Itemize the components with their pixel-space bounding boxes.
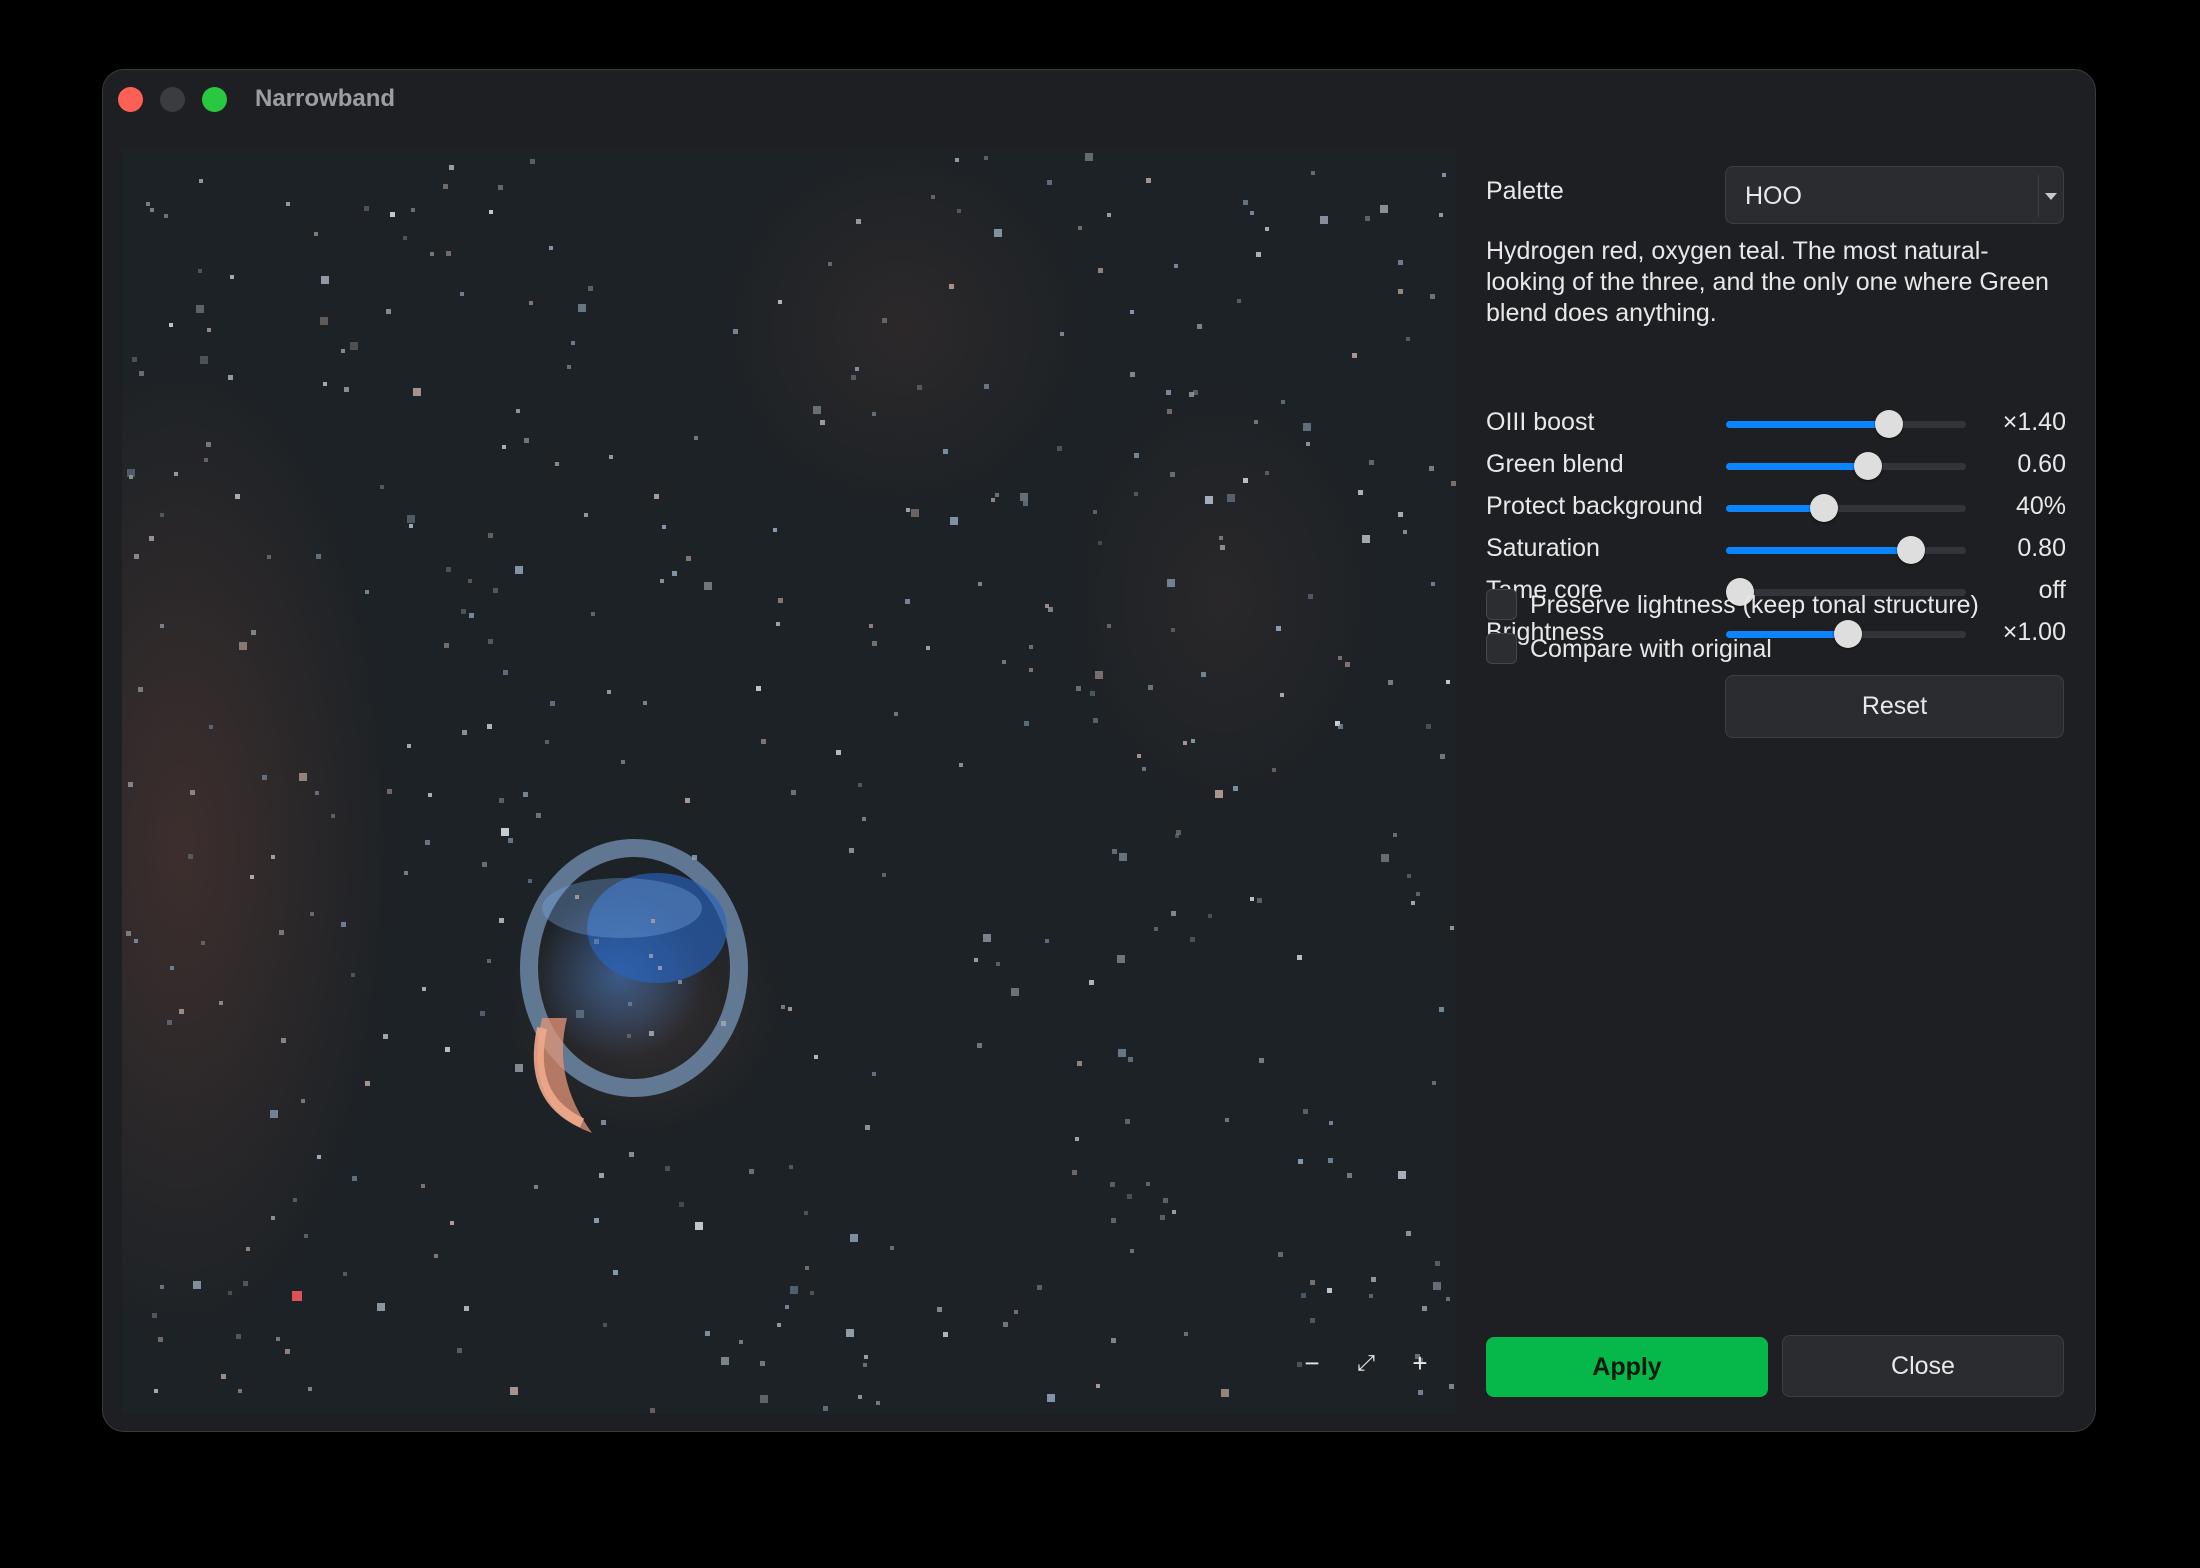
- saturation-slider[interactable]: [1726, 536, 1966, 564]
- maximize-window-icon[interactable]: [202, 87, 227, 112]
- oiii-boost-slider-row: OIII boost ×1.40: [1486, 404, 2066, 440]
- image-preview[interactable]: − ⤢ +: [122, 148, 1456, 1414]
- apply-button[interactable]: Apply: [1486, 1337, 1768, 1397]
- protect-background-label: Protect background: [1486, 492, 1703, 520]
- slider-thumb[interactable]: [1810, 494, 1839, 522]
- chevron-down-icon: [2038, 175, 2063, 217]
- oiii-boost-label: OIII boost: [1486, 408, 1595, 436]
- green-blend-slider[interactable]: [1726, 452, 1966, 480]
- saturation-value: 0.80: [2017, 534, 2066, 562]
- brightness-value: ×1.00: [2002, 618, 2066, 646]
- saturation-label: Saturation: [1486, 534, 1600, 562]
- slider-thumb[interactable]: [1853, 452, 1882, 480]
- protect-background-slider-row: Protect background 40%: [1486, 488, 2066, 524]
- green-blend-slider-row: Green blend 0.60: [1486, 446, 2066, 482]
- zoom-out-button[interactable]: −: [1295, 1346, 1329, 1380]
- nebula-shell: [520, 839, 748, 1133]
- compare-original-label: Compare with original: [1530, 635, 1772, 663]
- green-blend-value: 0.60: [2017, 450, 2066, 478]
- oiii-boost-value: ×1.40: [2002, 408, 2066, 436]
- tame-core-value: off: [2038, 576, 2066, 604]
- palette-selected-value: HOO: [1745, 182, 1802, 210]
- slider-thumb[interactable]: [1875, 410, 1904, 438]
- zoom-in-button[interactable]: +: [1403, 1346, 1437, 1380]
- slider-fill: [1726, 547, 1911, 554]
- slider-thumb[interactable]: [1896, 536, 1925, 564]
- green-blend-label: Green blend: [1486, 450, 1624, 478]
- settings-panel: Palette HOO Hydrogen red, oxygen teal. T…: [1486, 70, 2095, 1431]
- stars: [126, 153, 1456, 1413]
- protect-background-slider[interactable]: [1726, 494, 1966, 522]
- window-title: Narrowband: [255, 85, 396, 112]
- close-button[interactable]: Close: [1782, 1335, 2064, 1397]
- nebula-image: [126, 153, 1456, 1413]
- palette-description: Hydrogen red, oxygen teal. The most natu…: [1486, 237, 2049, 327]
- palette-label: Palette: [1486, 177, 1564, 205]
- slider-fill: [1726, 421, 1890, 428]
- preserve-lightness-label: Preserve lightness (keep tonal structure…: [1530, 591, 1979, 619]
- saturation-slider-row: Saturation 0.80: [1486, 530, 2066, 566]
- reset-button[interactable]: Reset: [1725, 675, 2064, 738]
- slider-fill: [1726, 463, 1868, 470]
- slider-thumb[interactable]: [1834, 620, 1863, 648]
- checkbox-box[interactable]: [1486, 589, 1517, 620]
- fit-to-view-button[interactable]: ⤢: [1349, 1346, 1383, 1380]
- oiii-boost-slider[interactable]: [1726, 410, 1966, 438]
- narrowband-window: Narrowband − ⤢ + Palette HOO Hydrogen re…: [102, 69, 2096, 1432]
- minimize-window-icon[interactable]: [160, 87, 185, 112]
- checkbox-box[interactable]: [1486, 633, 1517, 664]
- protect-background-value: 40%: [2015, 492, 2066, 520]
- palette-select[interactable]: HOO: [1725, 166, 2064, 224]
- close-window-icon[interactable]: [118, 87, 143, 112]
